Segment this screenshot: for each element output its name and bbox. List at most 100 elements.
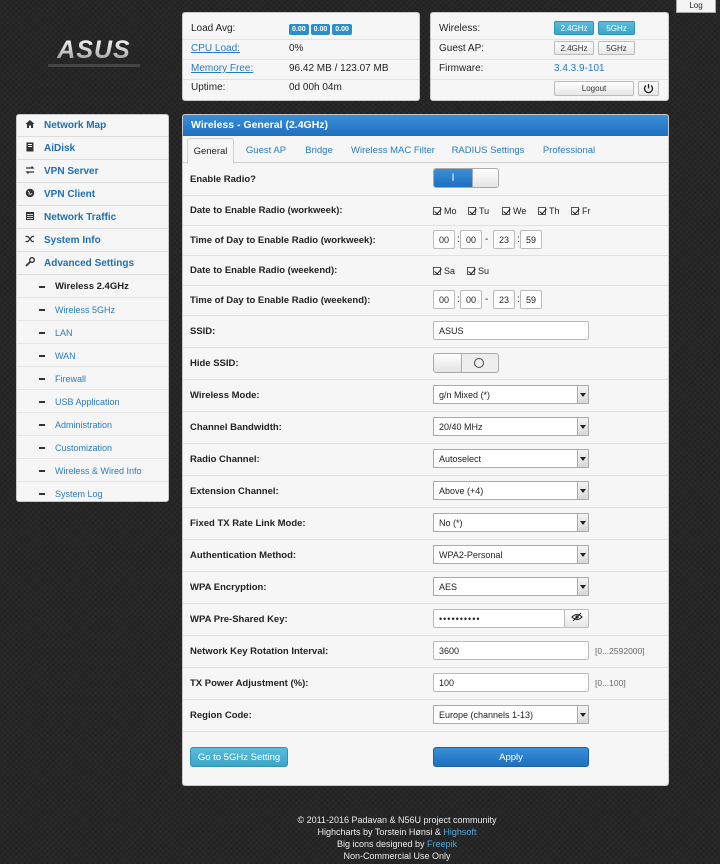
region-code-select[interactable]: Europe (channels 1-13): [433, 705, 589, 724]
footer-highcharts-text: Highcharts by Torstein Hønsi &: [317, 827, 444, 837]
time-weekend-label: Time of Day to Enable Radio (weekend):: [190, 295, 371, 306]
day-fr-checkbox[interactable]: Fr: [571, 206, 591, 216]
tab-bridge[interactable]: Bridge: [299, 138, 339, 163]
shuffle-icon: [24, 230, 36, 252]
sidebar-item-system-info[interactable]: System Info: [17, 230, 168, 252]
time-workweek-start-min[interactable]: 00: [460, 230, 482, 249]
time-weekend-end-hour[interactable]: 23: [493, 290, 515, 309]
asus-logo: ASUS: [44, 36, 144, 72]
tab-wireless-mac-filter[interactable]: Wireless MAC Filter: [347, 138, 439, 163]
day-su-checkbox[interactable]: Su: [467, 266, 489, 276]
row-auth-method: Authentication Method: WPA2-Personal: [183, 539, 668, 571]
tab-radius-settings[interactable]: RADIUS Settings: [449, 138, 527, 163]
day-mo-checkbox[interactable]: Mo: [433, 206, 457, 216]
sidebar-subitem-wireless-5ghz[interactable]: Wireless 5GHz: [17, 299, 168, 321]
apply-button[interactable]: Apply: [433, 747, 589, 767]
load-avg-label: Load Avg:: [191, 23, 236, 34]
key-rotation-label: Network Key Rotation Interval:: [190, 646, 329, 657]
guest-24ghz-button[interactable]: 2.4GHz: [554, 41, 594, 55]
highsoft-link[interactable]: Highsoft: [443, 827, 476, 837]
sidebar-subitem-customization[interactable]: Customization: [17, 437, 168, 459]
time-workweek-end-min[interactable]: 59: [520, 230, 542, 249]
uptime-value: 0d 00h 04m: [289, 82, 342, 93]
footer-icons-text: Big icons designed by: [336, 839, 428, 849]
freepik-link[interactable]: Freepik: [427, 839, 457, 849]
day-tu-checkbox[interactable]: Tu: [468, 206, 489, 216]
wireless-24ghz-button[interactable]: 2.4GHz: [554, 21, 594, 35]
firmware-version-link[interactable]: 3.4.3.9-101: [554, 59, 605, 79]
globe-icon: [24, 184, 36, 206]
logout-button[interactable]: Logout: [554, 81, 634, 96]
day-th-checkbox[interactable]: Th: [538, 206, 560, 216]
time-workweek-start-hour[interactable]: 00: [433, 230, 455, 249]
wireless-5ghz-button[interactable]: 5GHz: [598, 21, 635, 35]
date-weekend-label: Date to Enable Radio (weekend):: [190, 265, 338, 276]
day-we-checkbox[interactable]: We: [502, 206, 526, 216]
sidebar-subitem-system-log[interactable]: System Log: [17, 483, 168, 505]
tab-guest-ap[interactable]: Guest AP: [239, 138, 293, 163]
channel-bandwidth-select[interactable]: 20/40 MHz: [433, 417, 589, 436]
row-channel-bandwidth: Channel Bandwidth: 20/40 MHz: [183, 411, 668, 443]
row-hide-ssid: Hide SSID:: [183, 347, 668, 379]
sidebar-subitem-lan[interactable]: LAN: [17, 322, 168, 344]
memory-free-link[interactable]: Memory Free:: [191, 59, 253, 79]
row-tx-power: TX Power Adjustment (%): 100 [0...100]: [183, 667, 668, 699]
sidebar-item-aidisk[interactable]: AiDisk: [17, 138, 168, 160]
chevron-down-icon: [577, 386, 588, 403]
sidebar-item-network-traffic[interactable]: Network Traffic: [17, 207, 168, 229]
guest-5ghz-button[interactable]: 5GHz: [598, 41, 635, 55]
time-workweek-end-hour[interactable]: 23: [493, 230, 515, 249]
row-date-workweek: Date to Enable Radio (workweek): Mo Tu W…: [183, 195, 668, 225]
day-sa-checkbox[interactable]: Sa: [433, 266, 455, 276]
wpa-encryption-select[interactable]: AES: [433, 577, 589, 596]
auth-method-select[interactable]: WPA2-Personal: [433, 545, 589, 564]
wireless-mode-select[interactable]: g/n Mixed (*): [433, 385, 589, 404]
fixed-tx-rate-select[interactable]: No (*): [433, 513, 589, 532]
hide-ssid-label: Hide SSID:: [190, 358, 239, 369]
power-button[interactable]: [638, 81, 659, 96]
auth-method-label: Authentication Method:: [190, 550, 297, 561]
sidebar-subitem-wireless-wired-info[interactable]: Wireless & Wired Info: [17, 460, 168, 482]
goto-5ghz-button[interactable]: Go to 5GHz Setting: [190, 747, 288, 767]
time-weekend-start-min[interactable]: 00: [460, 290, 482, 309]
chevron-down-icon: [577, 418, 588, 435]
sidebar-subitem-firewall[interactable]: Firewall: [17, 368, 168, 390]
enable-radio-toggle[interactable]: I: [433, 168, 499, 188]
sidebar-subitem-wireless-24ghz[interactable]: Wireless 2.4GHz: [17, 276, 168, 298]
ssid-input[interactable]: ASUS: [433, 321, 589, 340]
sidebar-item-network-map[interactable]: Network Map: [17, 115, 168, 137]
load-avg-5: 0.00: [310, 24, 331, 35]
chevron-down-icon: [577, 482, 588, 499]
sidebar-item-advanced-settings[interactable]: Advanced Settings: [17, 253, 168, 275]
chevron-down-icon: [577, 546, 588, 563]
wrench-icon: [24, 253, 36, 275]
tx-power-input[interactable]: 100: [433, 673, 589, 692]
cpu-load-link[interactable]: CPU Load:: [191, 39, 240, 59]
radio-channel-select[interactable]: Autoselect: [433, 449, 589, 468]
sidebar-subitem-administration[interactable]: Administration: [17, 414, 168, 436]
wireless-mode-label: Wireless Mode:: [190, 390, 260, 401]
footer: © 2011-2016 Padavan & N56U project commu…: [182, 814, 612, 862]
time-weekend-start-hour[interactable]: 00: [433, 290, 455, 309]
tab-general[interactable]: General: [187, 138, 234, 164]
key-rotation-input[interactable]: 3600: [433, 641, 589, 660]
wpa-psk-label: WPA Pre-Shared Key:: [190, 614, 288, 625]
sidebar-item-vpn-server[interactable]: VPN Server: [17, 161, 168, 183]
show-password-button[interactable]: [564, 609, 589, 628]
sidebar-subitem-usb-application[interactable]: USB Application: [17, 391, 168, 413]
log-button[interactable]: Log: [676, 0, 716, 13]
row-key-rotation: Network Key Rotation Interval: 3600 [0..…: [183, 635, 668, 667]
time-weekend-end-min[interactable]: 59: [520, 290, 542, 309]
hide-ssid-toggle[interactable]: [433, 353, 499, 373]
sidebar: Network Map AiDisk VPN Server VPN Client…: [16, 114, 169, 502]
enable-radio-label: Enable Radio?: [190, 174, 256, 185]
uptime-label: Uptime:: [191, 82, 226, 93]
sidebar-item-vpn-client[interactable]: VPN Client: [17, 184, 168, 206]
row-extension-channel: Extension Channel: Above (+4): [183, 475, 668, 507]
extension-channel-select[interactable]: Above (+4): [433, 481, 589, 500]
sidebar-subitem-wan[interactable]: WAN: [17, 345, 168, 367]
row-date-weekend: Date to Enable Radio (weekend): Sa Su: [183, 255, 668, 285]
tab-professional[interactable]: Professional: [538, 138, 600, 163]
wpa-psk-input[interactable]: ••••••••••: [433, 609, 565, 628]
home-icon: [24, 115, 36, 137]
